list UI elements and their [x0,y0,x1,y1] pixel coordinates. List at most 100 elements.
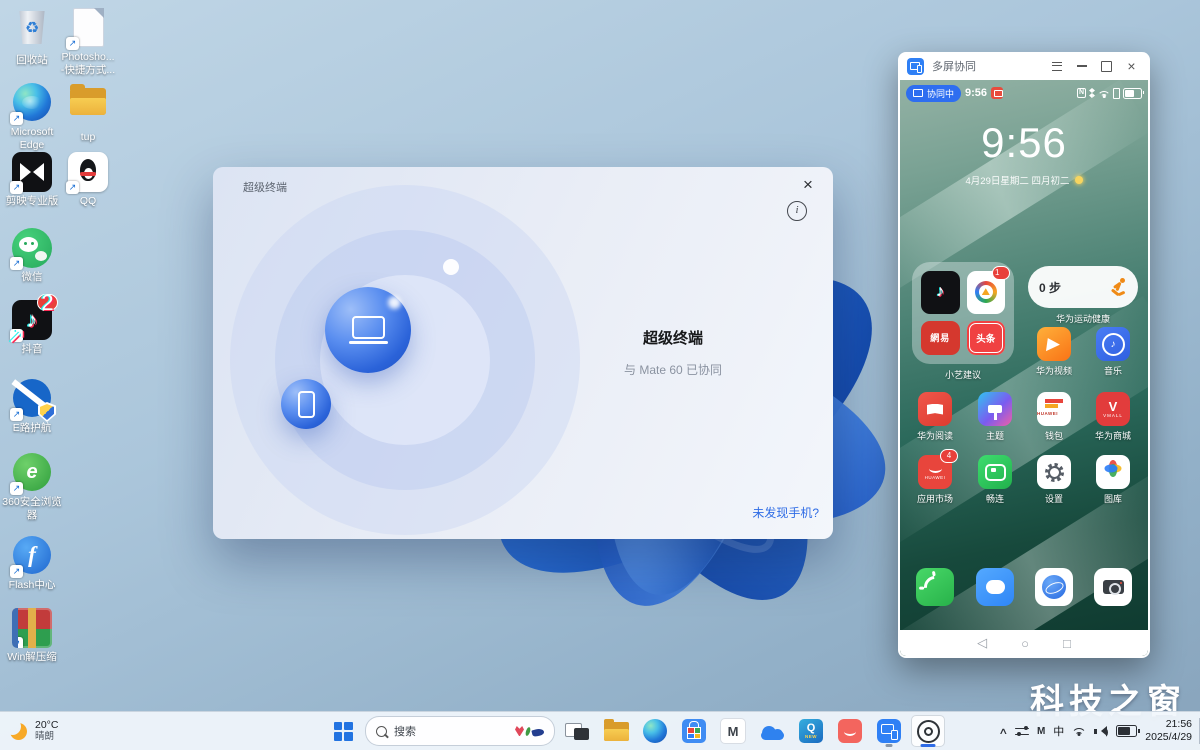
phone-app-gallery[interactable]: 图库 [1079,455,1147,505]
bluetooth-icon [1089,88,1095,98]
tray-clock[interactable]: 21:56 2025/4/29 [1145,718,1192,744]
q-mail-button[interactable]: Q NEW [794,715,828,747]
camera-icon [1102,580,1124,595]
folder-icon [603,718,629,741]
super-terminal-button[interactable] [911,715,945,747]
file-explorer-button[interactable] [599,715,633,747]
folder-app-reminder[interactable]: 1 [966,266,1010,314]
menu-icon[interactable] [1044,55,1069,77]
phone-app-settings[interactable]: 设置 [1020,455,1088,505]
desktop-icon-capcut[interactable]: ↗ 剪映专业版 [0,152,64,208]
paint-roller-icon [978,392,1012,426]
multi-screen-collab-button[interactable] [872,715,906,747]
desktop-icon-winrar[interactable]: ↗ Win解压缩 [0,608,64,664]
weather-temp: 20°C [35,719,59,731]
phone-screen[interactable]: 协同中 9:56 N 9:56 4月29日星期二 四月初二 ♪ 1 網易 头条 … [900,80,1148,656]
collaboration-pill[interactable]: 协同中 [906,84,962,102]
m-app-icon: M [720,718,746,744]
search-icon [376,725,387,737]
taskbar-weather-widget[interactable]: 20°C 晴朗 [10,716,58,746]
desktop-icon-flash-center[interactable]: f ↗ Flash中心 [0,535,64,592]
phone-device-bubble[interactable] [281,379,331,429]
desktop-icon-wechat[interactable]: ↗ 微信 [0,228,64,284]
start-button[interactable] [326,715,360,747]
volume-icon[interactable] [1094,725,1109,738]
nav-home-icon[interactable]: ○ [1021,636,1029,651]
phone-not-found-link[interactable]: 未发现手机? [752,504,819,521]
step-count: 0 步 [1039,280,1062,295]
desktop-icon-ccb-esafe[interactable]: ↗ E路护航 [0,378,64,435]
laptop-icon [351,316,385,339]
phone-app-huawei-video[interactable]: ▶ 华为视频 [1020,327,1088,377]
cloud-app-button[interactable] [755,715,789,747]
desktop-icon-360-browser[interactable]: e ↗ 360安全浏览器 [0,452,64,522]
red-app-button[interactable] [833,715,867,747]
phone-icon [297,390,315,418]
health-widget[interactable]: 0 步 [1028,266,1138,308]
gear-icon [1037,455,1071,489]
dialog-heading: 超级终端 [642,330,703,347]
file-page-icon: ↗ [66,8,108,50]
phone-app-reader[interactable]: 华为阅读 [901,392,969,442]
minimize-icon[interactable] [1069,55,1094,77]
tray-chevron-icon[interactable]: ∧ [999,726,1009,737]
desktop-icon-qq[interactable]: ↗ QQ [56,152,120,208]
edge-button[interactable] [638,715,672,747]
nav-recents-icon[interactable]: □ [1063,636,1071,651]
wifi-icon[interactable] [1071,726,1087,736]
app-m-button[interactable]: M [716,715,750,747]
search-input[interactable]: 搜索 [365,716,555,746]
battery-icon [1123,87,1144,99]
desktop-icon-recycle-bin[interactable]: ♻ 回收站 [0,8,64,67]
icon-label: 回收站 [16,54,48,66]
shortcut-arrow-icon: ↗ [10,257,23,270]
tray-sliders-icon[interactable] [1014,726,1029,737]
q-app-icon: Q NEW [799,719,823,743]
dock-browser[interactable] [1035,568,1073,606]
meetime-icon [978,455,1012,489]
handset-icon [919,571,951,603]
phone-app-meetime[interactable]: 畅连 [961,455,1029,505]
phone-app-music[interactable]: ♪ 音乐 [1079,327,1147,377]
phone-app-themes[interactable]: 主题 [961,392,1029,442]
battery-icon[interactable] [1116,725,1140,737]
microsoft-store-button[interactable] [677,715,711,747]
tray-time: 21:56 [1165,718,1192,730]
folder-app-douyin[interactable]: ♪ [921,271,960,314]
phone-app-appgallery[interactable]: HUAWEI 4 应用市场 [901,449,969,505]
vmall-icon: V VMALL [1096,392,1130,426]
task-view-button[interactable] [560,715,594,747]
dock-phone[interactable] [916,568,954,606]
search-placeholder: 搜索 [394,726,416,738]
dock-messages[interactable] [976,568,1014,606]
tray-m-icon[interactable]: M [1037,726,1045,737]
desktop-icon-douyin[interactable]: ♪ 2 ↗ 抖音 [0,292,64,356]
folder-app-netease[interactable]: 網易 [921,320,960,355]
cloud-icon [759,723,786,740]
edge-icon [643,719,667,743]
close-icon[interactable]: × [795,173,821,197]
status-time: 9:56 [965,87,988,99]
bank-shield-icon: ↗ [10,379,56,422]
desktop-icon-microsoft-edge[interactable]: ↗ Microsoft Edge [0,82,64,152]
folder-xiaoyi[interactable]: ♪ 1 網易 头条 [912,262,1014,364]
super-terminal-icon [916,719,940,743]
folder-app-toutiao[interactable]: 头条 [966,320,1005,355]
maximize-icon[interactable] [1094,55,1119,77]
notification-badge: 2 [37,292,58,314]
phone-app-wallet[interactable]: HUAWEI 钱包 [1020,392,1088,442]
folder-icon [68,84,108,128]
pc-device-bubble[interactable] [325,287,411,373]
dock-camera[interactable] [1094,568,1132,606]
weather-condition: 晴朗 [35,731,55,742]
desktop-icon-photoshop-shortcut[interactable]: ↗ Photosho... -快捷方式... [56,8,120,77]
shortcut-arrow-icon: ↗ [12,637,23,648]
nav-back-icon[interactable]: ◁ [977,635,987,651]
input-method-indicator[interactable]: 中 [1053,723,1064,739]
shortcut-arrow-icon: ↗ [10,408,23,421]
info-icon[interactable]: i [787,201,807,221]
desktop-icon-folder-tup[interactable]: tup [56,82,120,144]
phone-app-vmall[interactable]: V VMALL 华为商城 [1079,392,1147,442]
close-icon[interactable]: × [1119,55,1144,77]
health-label: 华为运动健康 [1055,314,1110,324]
